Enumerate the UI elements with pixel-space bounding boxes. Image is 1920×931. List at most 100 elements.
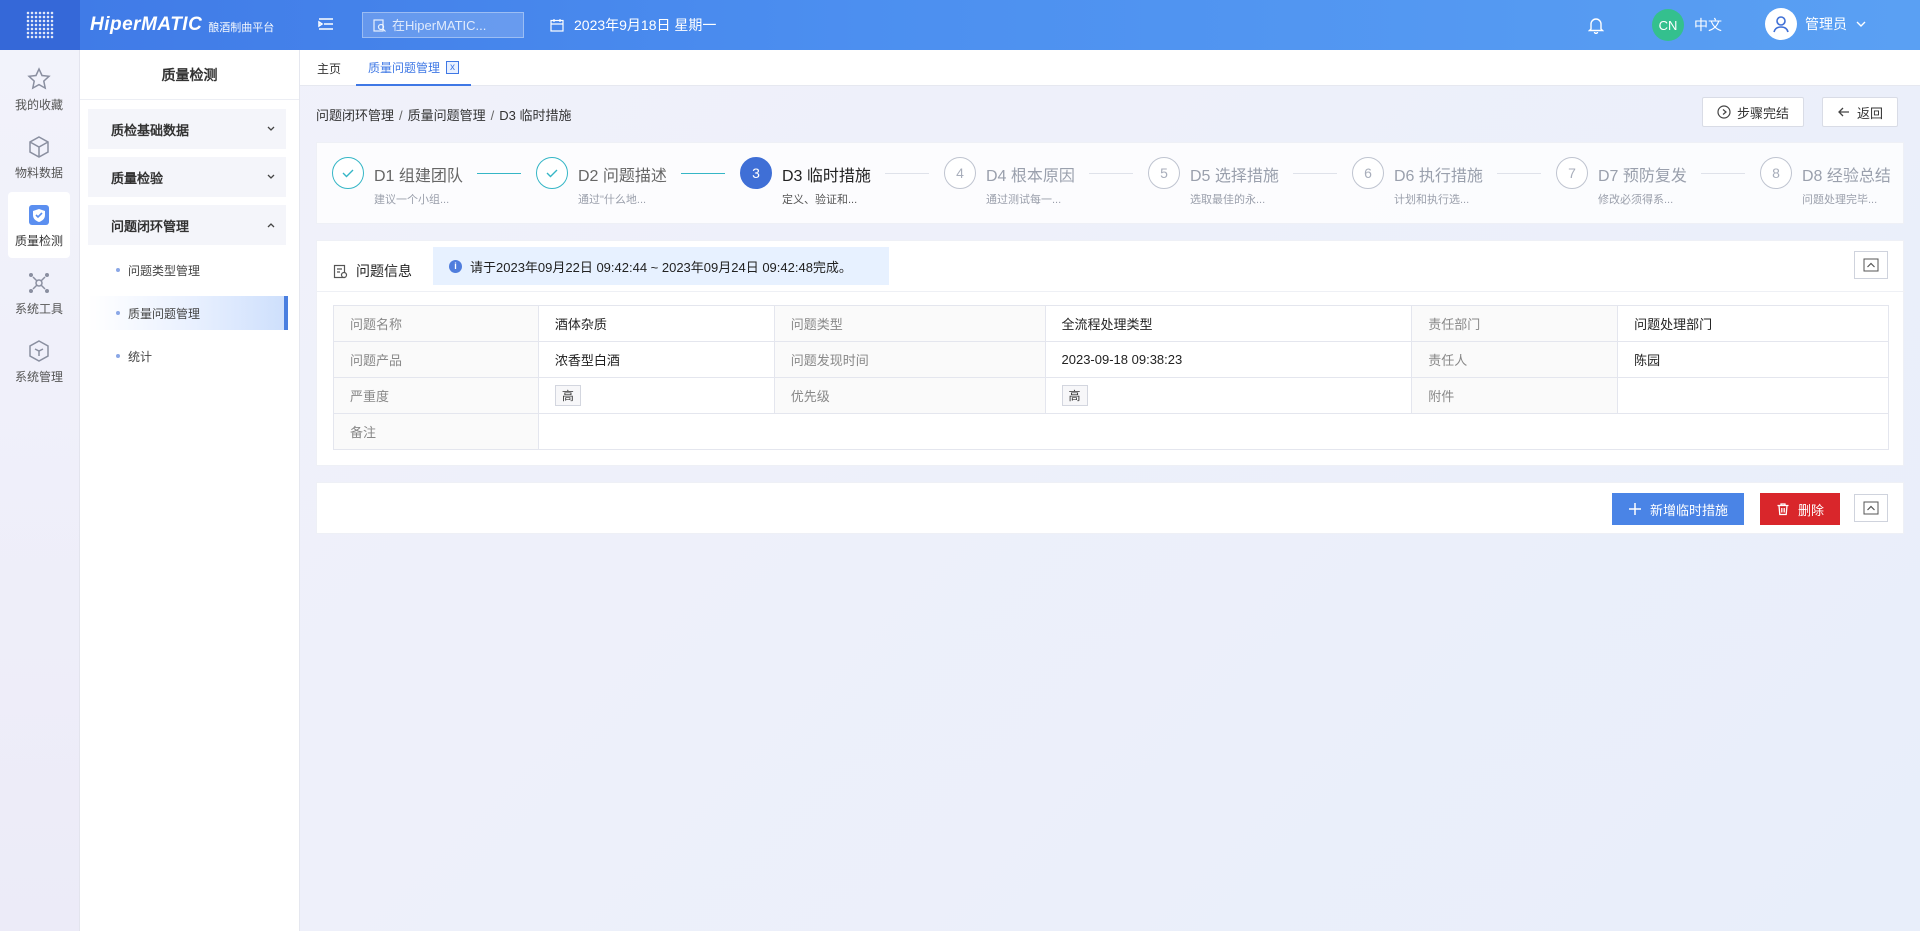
step-connector bbox=[1293, 173, 1337, 174]
field-label: 优先级 bbox=[773, 377, 1046, 414]
menu-toggle-icon[interactable] bbox=[318, 16, 334, 32]
step-title: D8 经验总结 bbox=[1802, 168, 1891, 185]
breadcrumb: 问题闭环管理 / 质量问题管理 / D3 临时措施 bbox=[316, 108, 572, 123]
step-connector bbox=[1701, 173, 1745, 174]
language-label: 中文 bbox=[1694, 17, 1722, 33]
button-label: 删除 bbox=[1798, 502, 1825, 518]
check-icon bbox=[536, 157, 568, 189]
language-switcher[interactable]: CN 中文 bbox=[1652, 9, 1722, 41]
step-desc: 建议一个小组... bbox=[374, 194, 450, 206]
step-title: D2 问题描述 bbox=[578, 168, 667, 185]
user-menu[interactable]: 管理员 bbox=[1765, 8, 1867, 40]
step-d3[interactable]: 3 D3 临时措施 定义、验证和... bbox=[740, 157, 871, 207]
chevron-up-box-icon bbox=[1863, 258, 1879, 272]
step-complete-button[interactable]: 步骤完结 bbox=[1702, 97, 1805, 127]
issue-info-header: 问题信息 bbox=[333, 261, 412, 281]
check-icon bbox=[332, 157, 364, 189]
table-row: 问题名称 酒体杂质 问题类型 全流程处理类型 责任部门 问题处理部门 bbox=[333, 305, 1889, 342]
step-number: 4 bbox=[944, 157, 976, 189]
rail-item-quality[interactable]: 质量检测 bbox=[8, 192, 70, 258]
menu-item-statistics[interactable]: 统计 bbox=[88, 339, 288, 373]
collapse-button[interactable] bbox=[1854, 494, 1888, 522]
priority-tag: 高 bbox=[1061, 385, 1088, 406]
global-search[interactable] bbox=[362, 12, 524, 38]
search-input[interactable] bbox=[392, 17, 512, 33]
bullet-icon bbox=[116, 354, 120, 358]
field-value: 全流程处理类型 bbox=[1044, 305, 1413, 342]
network-icon bbox=[29, 272, 49, 293]
step-d4[interactable]: 4 D4 根本原因 通过测试每一... bbox=[944, 157, 1075, 207]
rail-item-system[interactable]: 系统管理 bbox=[8, 328, 70, 394]
step-d6[interactable]: 6 D6 执行措施 计划和执行选... bbox=[1352, 157, 1483, 207]
close-icon[interactable]: x bbox=[446, 60, 460, 74]
step-title: D1 组建团队 bbox=[374, 168, 463, 185]
info-icon: i bbox=[449, 259, 462, 273]
field-value: 2023-09-18 09:38:23 bbox=[1044, 341, 1413, 378]
field-value: 高 bbox=[1044, 377, 1413, 414]
step-title: D6 执行措施 bbox=[1394, 168, 1483, 185]
shield-icon bbox=[29, 204, 49, 225]
rail-item-tools[interactable]: 系统工具 bbox=[8, 260, 70, 326]
step-connector bbox=[477, 173, 521, 174]
table-row: 备注 bbox=[333, 413, 1890, 450]
brand-logo: HiperMATIC 酿酒制曲平台 bbox=[90, 0, 274, 50]
breadcrumb-item[interactable]: 质量问题管理 bbox=[408, 108, 486, 123]
field-value: 问题处理部门 bbox=[1617, 305, 1889, 342]
step-number: 7 bbox=[1556, 157, 1588, 189]
language-badge: CN bbox=[1652, 9, 1684, 41]
table-row: 严重度 高 优先级 高 附件 bbox=[333, 377, 1889, 414]
button-label: 新增临时措施 bbox=[1650, 502, 1729, 518]
menu-group-label: 质量检验 bbox=[111, 170, 164, 186]
step-number: 6 bbox=[1352, 157, 1384, 189]
plus-icon bbox=[1629, 503, 1641, 515]
field-value: 酒体杂质 bbox=[537, 305, 775, 342]
attachment-value[interactable] bbox=[1617, 377, 1889, 414]
step-desc: 定义、验证和... bbox=[782, 194, 858, 206]
step-d1[interactable]: D1 组建团队 建议一个小组... bbox=[332, 157, 463, 207]
module-rail: 我的收藏 物料数据 质量检测 系统工具 系统管理 bbox=[0, 50, 80, 931]
box-icon bbox=[29, 339, 49, 362]
step-number: 8 bbox=[1760, 157, 1792, 189]
menu-group-closed-loop[interactable]: 问题闭环管理 bbox=[88, 205, 286, 245]
search-doc-icon bbox=[373, 18, 386, 32]
delete-button[interactable]: 删除 bbox=[1760, 493, 1841, 525]
step-d7[interactable]: 7 D7 预防复发 修改必须得系... bbox=[1556, 157, 1687, 207]
rail-label: 我的收藏 bbox=[14, 97, 63, 112]
breadcrumb-item[interactable]: 问题闭环管理 bbox=[316, 108, 394, 123]
rail-label: 质量检测 bbox=[14, 233, 63, 248]
issue-info-table: 问题名称 酒体杂质 问题类型 全流程处理类型 责任部门 问题处理部门 问题产品 … bbox=[333, 305, 1890, 450]
rail-item-favorites[interactable]: 我的收藏 bbox=[8, 56, 70, 122]
step-title: D5 选择措施 bbox=[1190, 168, 1279, 185]
section-title: 问题信息 bbox=[356, 263, 412, 279]
menu-group-inspection[interactable]: 质量检验 bbox=[88, 157, 286, 197]
notice-text: 请于2023年09月22日 09:42:44 ~ 2023年09月24日 09:… bbox=[470, 259, 852, 275]
app-launcher-icon[interactable] bbox=[0, 0, 80, 50]
tab-quality-issue[interactable]: 质量问题管理 x bbox=[356, 50, 472, 86]
field-label: 问题产品 bbox=[333, 341, 539, 378]
chevron-down-icon bbox=[267, 126, 275, 131]
chevron-up-box-icon bbox=[1863, 501, 1879, 515]
collapse-button[interactable] bbox=[1854, 251, 1888, 279]
rail-label: 系统工具 bbox=[14, 301, 63, 316]
bell-icon[interactable] bbox=[1588, 16, 1604, 34]
menu-item-issue-type[interactable]: 问题类型管理 bbox=[88, 253, 288, 287]
field-value: 浓香型白酒 bbox=[537, 341, 775, 378]
field-label: 严重度 bbox=[333, 377, 539, 414]
step-d8[interactable]: 8 D8 经验总结 问题处理完毕... bbox=[1760, 157, 1891, 207]
back-button[interactable]: 返回 bbox=[1822, 97, 1899, 127]
add-temporary-measure-button[interactable]: 新增临时措施 bbox=[1612, 493, 1745, 525]
menu-item-label: 统计 bbox=[128, 349, 153, 364]
menu-item-quality-issue[interactable]: 质量问题管理 bbox=[88, 296, 288, 330]
field-label: 附件 bbox=[1411, 377, 1619, 414]
field-label: 责任部门 bbox=[1411, 305, 1619, 342]
document-icon bbox=[333, 264, 348, 278]
menu-group-basic-data[interactable]: 质检基础数据 bbox=[88, 109, 286, 149]
process-steps: D1 组建团队 建议一个小组... D2 问题描述 通过"什么地... 3 D3… bbox=[316, 142, 1904, 224]
step-connector bbox=[1497, 173, 1541, 174]
step-title: D3 临时措施 bbox=[782, 168, 871, 185]
severity-tag: 高 bbox=[554, 385, 581, 406]
step-d2[interactable]: D2 问题描述 通过"什么地... bbox=[536, 157, 667, 207]
rail-item-material[interactable]: 物料数据 bbox=[8, 124, 70, 190]
step-d5[interactable]: 5 D5 选择措施 选取最佳的永... bbox=[1148, 157, 1279, 207]
tab-home[interactable]: 主页 bbox=[317, 50, 341, 86]
